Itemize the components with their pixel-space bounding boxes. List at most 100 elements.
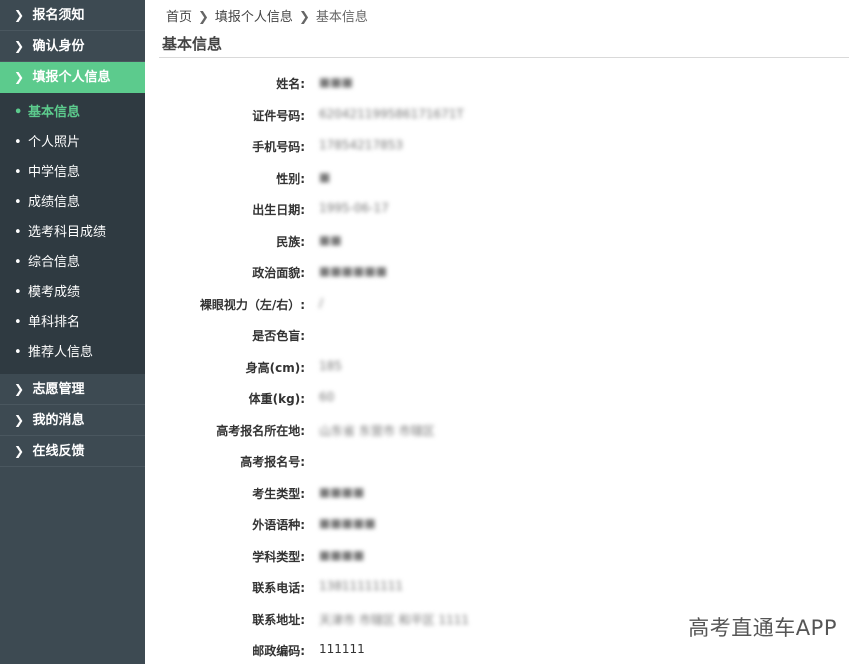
field-label: 联系地址: bbox=[252, 612, 305, 627]
sub-item-mock-exam-scores[interactable]: • 模考成绩 bbox=[0, 278, 145, 308]
chevron-right-icon: ❯ bbox=[198, 10, 209, 25]
bullet-icon: • bbox=[14, 135, 22, 150]
field-row-name: 姓名: ■■■ bbox=[145, 69, 865, 101]
bullet-icon: • bbox=[14, 315, 22, 330]
sub-item-comprehensive-info[interactable]: • 综合信息 bbox=[0, 248, 145, 278]
field-row-ethnicity: 民族: ■■ bbox=[145, 227, 865, 259]
field-label: 身高(cm): bbox=[245, 360, 305, 375]
field-label: 体重(kg): bbox=[248, 392, 305, 406]
field-value: 1995-06-17 bbox=[319, 201, 389, 215]
field-row-vision: 裸眼视力（左/右）: / bbox=[145, 290, 865, 322]
watermark: 高考直通车APP bbox=[688, 616, 837, 640]
field-row-gender: 性别: ■ bbox=[145, 164, 865, 196]
sub-item-personal-photo[interactable]: • 个人照片 bbox=[0, 128, 145, 158]
field-label: 民族: bbox=[276, 234, 305, 249]
field-label: 性别: bbox=[276, 171, 305, 186]
breadcrumb-home[interactable]: 首页 bbox=[166, 10, 192, 25]
chevron-right-icon: ❯ bbox=[14, 444, 25, 458]
field-label: 联系电话: bbox=[252, 581, 305, 595]
breadcrumb-current: 基本信息 bbox=[315, 10, 368, 25]
sub-item-elective-scores[interactable]: • 选考科目成绩 bbox=[0, 218, 145, 248]
field-value: ■■■■ bbox=[319, 547, 365, 562]
title-divider bbox=[159, 57, 849, 58]
sub-item-label: 综合信息 bbox=[28, 255, 81, 270]
sub-item-referrer-info[interactable]: • 推荐人信息 bbox=[0, 338, 145, 368]
sub-item-label: 推荐人信息 bbox=[28, 345, 94, 360]
sub-item-label: 单科排名 bbox=[28, 315, 81, 330]
basic-info-form: 姓名: ■■■ 证件号码: 620421199586171671T 手机号码: 178… bbox=[145, 69, 865, 668]
breadcrumb: 首页 ❯ 填报个人信息 ❯ 基本信息 bbox=[166, 6, 368, 25]
bullet-icon: • bbox=[14, 285, 22, 300]
field-value: 17854217853 bbox=[319, 138, 403, 152]
field-label: 邮政编码: bbox=[252, 644, 305, 658]
field-row-foreign-language: 外语语种: ■■■■■ bbox=[145, 510, 865, 542]
field-label: 政治面貌: bbox=[252, 266, 305, 280]
field-value: ■■■ bbox=[319, 75, 354, 89]
sub-item-label: 成绩信息 bbox=[28, 195, 81, 210]
nav-item-online-feedback[interactable]: ❯ 在线反馈 bbox=[0, 436, 145, 467]
field-value: ■■■■ bbox=[319, 484, 365, 499]
sub-item-label: 个人照片 bbox=[28, 135, 81, 150]
nav-item-label: 志愿管理 bbox=[32, 382, 85, 397]
field-value: 天津市 市辖区 和平区 1111 bbox=[319, 612, 469, 627]
field-value: 13811111111 bbox=[319, 579, 403, 593]
field-row-weight: 体重(kg): 60 bbox=[145, 384, 865, 416]
chevron-right-icon: ❯ bbox=[14, 39, 25, 53]
sub-item-high-school-info[interactable]: • 中学信息 bbox=[0, 158, 145, 188]
field-label: 裸眼视力（左/右）: bbox=[199, 297, 305, 312]
field-label: 姓名: bbox=[276, 77, 305, 91]
sub-item-subject-ranking[interactable]: • 单科排名 bbox=[0, 308, 145, 338]
field-row-birth-date: 出生日期: 1995-06-17 bbox=[145, 195, 865, 227]
sub-item-label: 模考成绩 bbox=[28, 285, 81, 300]
sub-item-score-info[interactable]: • 成绩信息 bbox=[0, 188, 145, 218]
field-label: 学科类型: bbox=[252, 549, 305, 564]
field-label: 证件号码: bbox=[252, 108, 305, 123]
sub-item-basic-info[interactable]: • 基本信息 bbox=[0, 98, 145, 128]
nav-item-fill-personal-info[interactable]: ❯ 填报个人信息 bbox=[0, 62, 145, 93]
chevron-right-icon: ❯ bbox=[298, 10, 310, 25]
field-value: 山东省 东营市 市辖区 bbox=[319, 423, 435, 438]
sub-item-label: 基本信息 bbox=[28, 105, 81, 120]
field-value: ■■ bbox=[319, 232, 342, 247]
nav-item-label: 我的消息 bbox=[32, 413, 85, 428]
field-value: ■■■■■■ bbox=[319, 264, 388, 278]
field-row-height: 身高(cm): 185 bbox=[145, 353, 865, 385]
chevron-right-icon: ❯ bbox=[14, 70, 25, 84]
field-value: / bbox=[319, 295, 324, 310]
field-value: 111111 bbox=[319, 642, 365, 656]
bullet-icon: • bbox=[14, 345, 22, 360]
field-label: 出生日期: bbox=[252, 203, 305, 217]
nav-item-label: 填报个人信息 bbox=[32, 70, 111, 85]
field-row-subject-type: 学科类型: ■■■■ bbox=[145, 542, 865, 574]
bullet-icon: • bbox=[14, 195, 22, 210]
field-label: 是否色盲: bbox=[252, 329, 305, 343]
field-row-color-blind: 是否色盲: bbox=[145, 321, 865, 353]
main-content: 首页 ❯ 填报个人信息 ❯ 基本信息 基本信息 姓名: ■■■ 证件号码: 62042119… bbox=[145, 0, 865, 664]
field-value: 185 bbox=[319, 358, 342, 373]
chevron-right-icon: ❯ bbox=[14, 382, 25, 396]
nav-item-label: 报名须知 bbox=[32, 8, 85, 23]
nav-item-registration-notice[interactable]: ❯ 报名须知 bbox=[0, 0, 145, 31]
field-value: ■ bbox=[319, 169, 331, 184]
field-row-candidate-type: 考生类型: ■■■■ bbox=[145, 479, 865, 511]
field-row-political-status: 政治面貌: ■■■■■■ bbox=[145, 258, 865, 290]
field-value: ■■■■■ bbox=[319, 516, 376, 530]
breadcrumb-fill-personal-info[interactable]: 填报个人信息 bbox=[215, 10, 293, 25]
nav-item-my-messages[interactable]: ❯ 我的消息 bbox=[0, 405, 145, 436]
sidebar: ❯ 报名须知 ❯ 确认身份 ❯ 填报个人信息 • 基本信息 • 个人照片 • 中学信息… bbox=[0, 0, 145, 664]
field-label: 高考报名所在地: bbox=[216, 423, 305, 438]
field-value: 620421199586171671T bbox=[319, 106, 464, 121]
sub-item-label: 选考科目成绩 bbox=[28, 225, 107, 240]
nav-item-volunteer-management[interactable]: ❯ 志愿管理 bbox=[0, 374, 145, 405]
bullet-icon: • bbox=[14, 255, 22, 270]
nav-item-label: 确认身份 bbox=[32, 39, 85, 54]
bullet-icon: • bbox=[14, 225, 22, 240]
field-row-id-number: 证件号码: 620421199586171671T bbox=[145, 101, 865, 133]
bullet-icon: • bbox=[14, 165, 22, 180]
nav-item-confirm-identity[interactable]: ❯ 确认身份 bbox=[0, 31, 145, 62]
field-label: 考生类型: bbox=[252, 486, 305, 501]
field-value: 60 bbox=[319, 390, 335, 404]
sub-menu: • 基本信息 • 个人照片 • 中学信息 • 成绩信息 • 选考科目成绩 • 综合信息 • 模… bbox=[0, 93, 145, 374]
field-row-mobile: 手机号码: 17854217853 bbox=[145, 132, 865, 164]
chevron-right-icon: ❯ bbox=[14, 8, 25, 22]
